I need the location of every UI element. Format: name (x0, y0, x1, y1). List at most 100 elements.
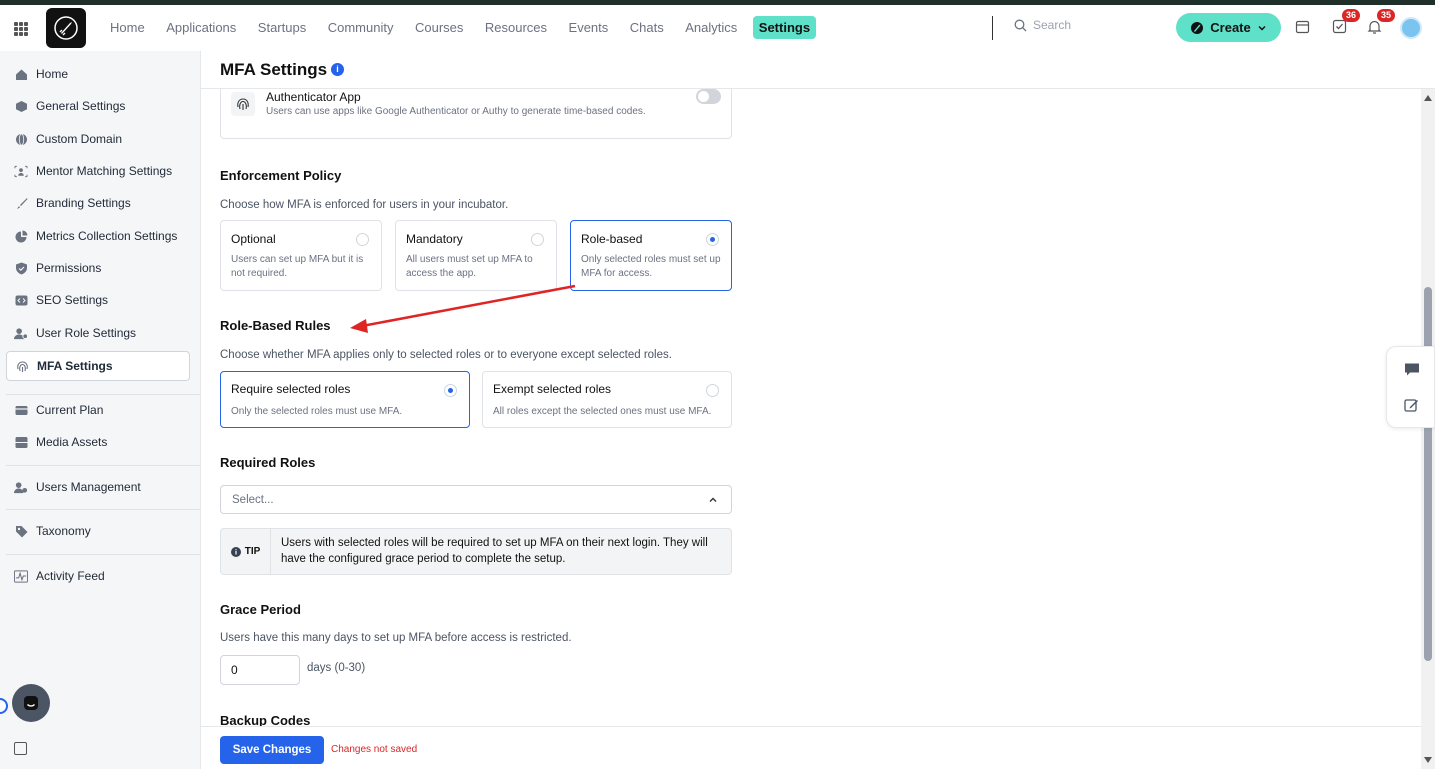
page-scrollbar[interactable] (1421, 89, 1435, 769)
nav-chats[interactable]: Chats (624, 16, 670, 39)
fingerprint-icon (15, 359, 29, 373)
scroll-up-arrow-icon[interactable] (1424, 95, 1432, 101)
create-label: Create (1210, 20, 1251, 35)
option-radio[interactable] (531, 233, 544, 246)
nav-courses[interactable]: Courses (409, 16, 469, 39)
page-title: MFA Settings (220, 60, 328, 79)
mfa-settings-content: Authenticator App Users can use apps lik… (201, 89, 1421, 726)
comment-icon[interactable] (1404, 362, 1420, 377)
enforcement-policy-description: Choose how MFA is enforced for users in … (220, 199, 509, 211)
users-match-icon (14, 164, 28, 178)
calendar-icon[interactable] (1295, 19, 1311, 35)
sidebar-item-general-settings[interactable]: General Settings (6, 91, 190, 121)
sidebar-item-custom-domain[interactable]: Custom Domain (6, 124, 190, 154)
sidebar-item-activity-feed[interactable]: Activity Feed (6, 561, 190, 591)
required-roles-select[interactable]: Select... (220, 485, 732, 514)
tasks-icon[interactable]: 36 (1332, 9, 1361, 35)
chat-ring-indicator (0, 698, 8, 714)
sidebar-item-media-assets[interactable]: Media Assets (6, 427, 190, 457)
nav-home[interactable]: Home (104, 16, 151, 39)
nav-resources[interactable]: Resources (479, 16, 553, 39)
sidebar-item-label: Users Management (36, 480, 141, 494)
sidebar-item-branding[interactable]: Branding Settings (6, 188, 190, 218)
scroll-down-arrow-icon[interactable] (1424, 757, 1432, 763)
option-radio-selected[interactable] (444, 384, 457, 397)
chat-launcher-icon[interactable] (12, 684, 50, 722)
nav-analytics[interactable]: Analytics (679, 16, 743, 39)
notifications-badge: 35 (1377, 9, 1396, 22)
rocket-icon (1191, 21, 1204, 34)
option-radio[interactable] (706, 384, 719, 397)
authenticator-description: Users can use apps like Google Authentic… (266, 106, 646, 117)
nav-events[interactable]: Events (563, 16, 615, 39)
chevron-up-icon (709, 497, 717, 502)
sidebar-item-label: SEO Settings (36, 293, 109, 307)
sidebar-item-mfa[interactable]: MFA Settings (6, 351, 190, 381)
user-avatar[interactable] (1400, 17, 1422, 39)
sidebar-item-seo[interactable]: SEO Settings (6, 285, 190, 315)
edit-icon[interactable] (1404, 398, 1419, 413)
top-bar: Home Applications Startups Community Cou… (0, 5, 1435, 51)
role-rule-exempt-selected[interactable]: Exempt selected roles All roles except t… (482, 371, 732, 428)
option-radio-selected[interactable] (706, 233, 719, 246)
user-gear-icon (14, 326, 28, 340)
sidebar: Home General Settings Custom Domain Ment… (0, 51, 201, 769)
authenticator-toggle[interactable] (696, 89, 721, 104)
sidebar-item-taxonomy[interactable]: Taxonomy (6, 516, 190, 546)
role-rule-require-selected[interactable]: Require selected roles Only the selected… (220, 371, 470, 428)
nav-settings[interactable]: Settings (752, 16, 817, 39)
sidebar-item-permissions[interactable]: Permissions (6, 253, 190, 283)
sidebar-item-label: Current Plan (36, 403, 104, 417)
shield-icon (14, 261, 28, 275)
option-description: All roles except the selected ones must … (493, 406, 712, 417)
floating-feedback-panel (1386, 346, 1435, 428)
grace-period-unit-label: days (0-30) (307, 662, 366, 674)
option-title: Optional (231, 232, 276, 246)
nav-applications[interactable]: Applications (160, 16, 242, 39)
authenticator-app-card: Authenticator App Users can use apps lik… (220, 89, 732, 139)
sidebar-item-label: Branding Settings (36, 196, 131, 210)
sidebar-item-label: Mentor Matching Settings (36, 164, 173, 178)
collapse-sidebar-icon[interactable] (14, 742, 27, 755)
option-description: Only the selected roles must use MFA. (231, 406, 403, 417)
nav-startups[interactable]: Startups (252, 16, 312, 39)
tip-box: TIP Users with selected roles will be re… (220, 528, 732, 575)
option-radio[interactable] (356, 233, 369, 246)
info-icon[interactable]: i (331, 63, 344, 76)
sidebar-item-label: Permissions (36, 261, 102, 275)
sidebar-item-label: General Settings (36, 99, 126, 113)
app-logo[interactable] (46, 8, 86, 48)
sidebar-item-label: Activity Feed (36, 569, 105, 583)
sidebar-divider (6, 465, 200, 466)
grace-period-description: Users have this many days to set up MFA … (220, 632, 572, 644)
sidebar-item-users-management[interactable]: Users Management (6, 472, 190, 502)
enforcement-option-role-based[interactable]: Role-based Only selected roles must set … (570, 220, 732, 291)
search-icon (1014, 19, 1027, 31)
tag-icon (14, 524, 28, 538)
card-icon (14, 403, 28, 417)
create-button[interactable]: Create (1176, 13, 1281, 42)
sidebar-item-label: User Role Settings (36, 326, 137, 340)
sidebar-divider (6, 509, 200, 510)
search-box[interactable]: Search (1014, 18, 1071, 32)
home-icon (14, 67, 28, 81)
enforcement-option-optional[interactable]: Optional Users can set up MFA but it is … (220, 220, 382, 291)
unsaved-status: Changes not saved (331, 744, 418, 755)
enforcement-option-mandatory[interactable]: Mandatory All users must set up MFA to a… (395, 220, 557, 291)
role-based-rules-title: Role-Based Rules (220, 318, 331, 333)
sidebar-item-metrics-collection[interactable]: Metrics Collection Settings (6, 221, 190, 251)
save-changes-button[interactable]: Save Changes (220, 736, 324, 764)
grace-period-input[interactable]: 0 (220, 655, 300, 685)
apps-grid-icon[interactable] (14, 22, 28, 36)
option-title: Mandatory (406, 232, 463, 246)
sidebar-item-home[interactable]: Home (6, 59, 190, 89)
nav-community[interactable]: Community (322, 16, 400, 39)
sidebar-item-user-role[interactable]: User Role Settings (6, 318, 190, 348)
sidebar-item-label: Media Assets (36, 435, 108, 449)
sidebar-item-current-plan[interactable]: Current Plan (6, 395, 190, 425)
sidebar-item-mentor-matching[interactable]: Mentor Matching Settings (6, 156, 190, 186)
search-placeholder: Search (1033, 18, 1072, 32)
media-icon (14, 435, 28, 449)
scroll-thumb[interactable] (1424, 287, 1432, 661)
bell-icon[interactable]: 35 (1367, 9, 1396, 35)
